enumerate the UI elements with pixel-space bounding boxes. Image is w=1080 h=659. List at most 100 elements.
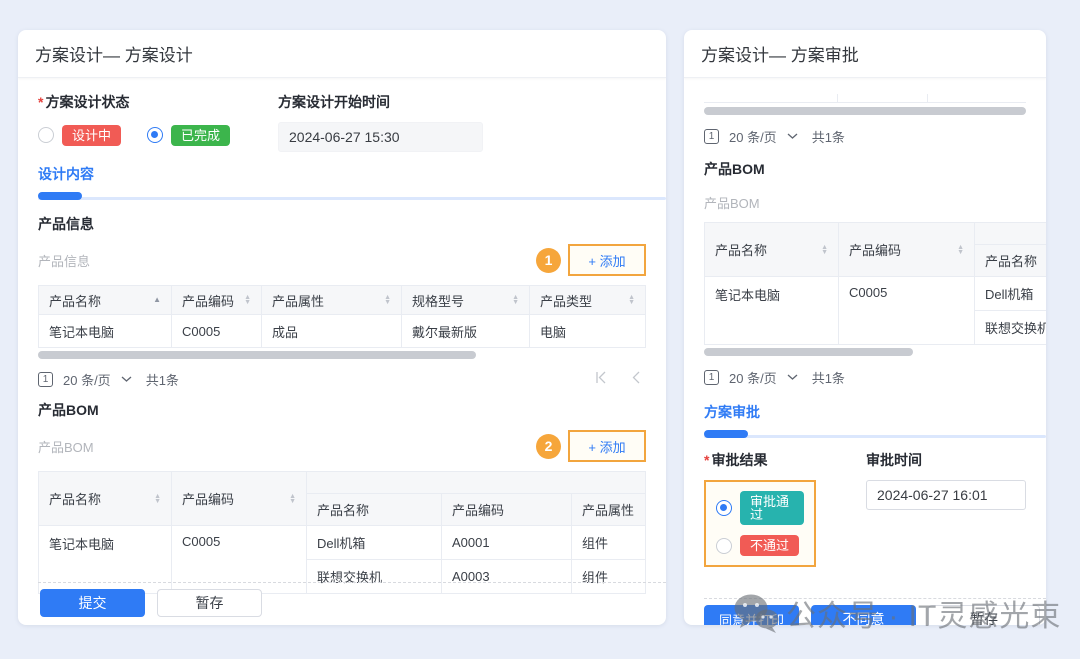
approval-badge-reject: 不通过 bbox=[740, 535, 799, 556]
product-info-row[interactable]: 笔记本电脑 C0005 成品 戴尔最新版 电脑 bbox=[39, 315, 646, 348]
bom-inner-row[interactable]: 联想交换机 A0003 组件 bbox=[307, 560, 645, 594]
chevron-down-icon[interactable] bbox=[787, 133, 798, 140]
page: 方案设计— 方案设计 *方案设计状态 设计中 已完成 bbox=[0, 0, 1080, 659]
sort-icon[interactable]: ▲▼ bbox=[289, 494, 296, 504]
design-start-time-field: 方案设计开始时间 2024-06-27 15:30 bbox=[278, 92, 483, 152]
tab-active-indicator bbox=[704, 430, 748, 438]
horizontal-scrollbar[interactable] bbox=[38, 351, 646, 359]
truncated-table-fragment bbox=[704, 94, 1026, 103]
approval-option-pass[interactable]: 审批通过 bbox=[716, 491, 804, 525]
product-info-header-row: 产品名称▲ 产品编码▲▼ 产品属性▲▼ 规格型号▲▼ 产品类型▲▼ bbox=[39, 286, 646, 315]
tab-active-indicator bbox=[38, 192, 82, 200]
sort-icon[interactable]: ▲▼ bbox=[821, 245, 828, 255]
radio-unchecked-icon[interactable] bbox=[38, 127, 54, 143]
bom-header-code[interactable]: 产品编码▲▼ bbox=[839, 223, 975, 277]
bom-header-name[interactable]: 产品名称▲▼ bbox=[39, 472, 172, 526]
sort-icon[interactable]: ▲▼ bbox=[244, 295, 251, 305]
scrollbar-thumb[interactable] bbox=[704, 107, 1026, 115]
radio-checked-icon[interactable] bbox=[147, 127, 163, 143]
bom-cell-code: C0005 bbox=[172, 526, 307, 594]
bom-inner-row[interactable]: 联想交换机 bbox=[975, 311, 1046, 345]
approval-badge-pass: 审批通过 bbox=[740, 491, 804, 525]
scrollbar-thumb[interactable] bbox=[704, 348, 913, 356]
chevron-down-icon[interactable] bbox=[787, 374, 798, 381]
required-mark: * bbox=[38, 94, 43, 110]
approval-time-input[interactable]: 2024-06-27 16:01 bbox=[866, 480, 1026, 510]
approval-panel-title: 方案设计— 方案审批 bbox=[701, 41, 859, 66]
sort-icon[interactable]: ▲▼ bbox=[512, 295, 519, 305]
tab-approval[interactable]: 方案审批 bbox=[704, 402, 1026, 422]
bom-inner-row[interactable]: Dell机箱 bbox=[975, 277, 1046, 311]
page-size-select[interactable]: 20 条/页 bbox=[729, 127, 777, 146]
approval-footer: 同意并打印 不同意 暂存 bbox=[704, 605, 1040, 625]
page-size-select[interactable]: 20 条/页 bbox=[63, 370, 111, 389]
design-status-options: 设计中 已完成 bbox=[38, 122, 278, 148]
bom-header-code[interactable]: 产品编码▲▼ bbox=[172, 472, 307, 526]
agree-print-button[interactable]: 同意并打印 bbox=[704, 605, 799, 625]
draft-button[interactable]: 暂存 bbox=[928, 605, 1040, 625]
design-panel-body: *方案设计状态 设计中 已完成 方案设计开始时间 bbox=[18, 78, 666, 625]
approval-result-field: *审批结果 审批通过 不通过 bbox=[704, 450, 866, 567]
design-status-label: *方案设计状态 bbox=[38, 92, 278, 112]
approval-panel: 方案设计— 方案审批 1 20 条/页 共1条 产品BOM 产品BOM 产品名称… bbox=[684, 30, 1046, 625]
horizontal-scrollbar[interactable] bbox=[704, 348, 1026, 356]
sort-icon[interactable]: ▲▼ bbox=[384, 295, 391, 305]
product-info-pagination: 1 20 条/页 共1条 bbox=[38, 368, 646, 390]
bom-outer-col-code: 产品编码▲▼ C0005 bbox=[172, 472, 307, 594]
sort-ascending-icon[interactable]: ▲ bbox=[153, 296, 161, 304]
status-option-designing[interactable]: 设计中 bbox=[38, 125, 121, 146]
approval-result-options: 审批通过 不通过 bbox=[704, 480, 816, 567]
bom-inner-table: 产品名称 产品编码 产品属性 Dell机箱 A0001 组件 联想交换机 A00… bbox=[307, 472, 645, 594]
design-content-tab-block: 设计内容 bbox=[38, 164, 646, 200]
column-header-code[interactable]: 产品编码▲▼ bbox=[172, 286, 262, 315]
tab-indicator-track bbox=[704, 430, 1026, 438]
column-header-name[interactable]: 产品名称▲ bbox=[39, 286, 172, 315]
horizontal-scrollbar[interactable] bbox=[704, 107, 1026, 115]
status-option-finished[interactable]: 已完成 bbox=[147, 125, 230, 146]
design-panel-header: 方案设计— 方案设计 bbox=[18, 30, 666, 78]
page-size-select[interactable]: 20 条/页 bbox=[729, 368, 777, 387]
design-panel-title: 方案设计— 方案设计 bbox=[35, 41, 193, 66]
bom-cell-name: 笔记本电脑 bbox=[705, 277, 839, 345]
current-page-icon: 1 bbox=[704, 370, 719, 385]
tab-indicator-line bbox=[704, 435, 1046, 438]
required-mark: * bbox=[704, 452, 709, 468]
inner-cell: Dell机箱 bbox=[307, 526, 442, 560]
first-page-icon[interactable] bbox=[594, 371, 607, 387]
bom-header-name[interactable]: 产品名称▲▼ bbox=[705, 223, 839, 277]
radio-checked-icon[interactable] bbox=[716, 500, 732, 516]
draft-button[interactable]: 暂存 bbox=[157, 589, 262, 617]
scrollbar-thumb[interactable] bbox=[38, 351, 476, 359]
prev-page-icon[interactable] bbox=[631, 371, 640, 387]
design-footer: 提交 暂存 bbox=[40, 589, 262, 617]
sort-icon[interactable]: ▲▼ bbox=[957, 245, 964, 255]
pagination-bottom: 1 20 条/页 共1条 bbox=[704, 366, 1026, 388]
bom-inner-row[interactable]: Dell机箱 A0001 组件 bbox=[307, 526, 645, 560]
column-header-type[interactable]: 产品类型▲▼ bbox=[530, 286, 646, 315]
design-panel: 方案设计— 方案设计 *方案设计状态 设计中 已完成 bbox=[18, 30, 666, 625]
product-info-title: 产品信息 bbox=[38, 214, 646, 234]
column-header-spec[interactable]: 规格型号▲▼ bbox=[402, 286, 530, 315]
approval-panel-header: 方案设计— 方案审批 bbox=[684, 30, 1046, 78]
add-product-button[interactable]: + 添加 bbox=[568, 244, 646, 276]
design-status-field: *方案设计状态 设计中 已完成 bbox=[38, 92, 278, 152]
design-start-time-input[interactable]: 2024-06-27 15:30 bbox=[278, 122, 483, 152]
cell-product-code: C0005 bbox=[172, 315, 262, 348]
tab-design-content[interactable]: 设计内容 bbox=[38, 164, 646, 184]
product-bom-title: 产品BOM bbox=[38, 400, 646, 420]
inner-cell: A0003 bbox=[442, 560, 572, 594]
inner-col-code: 产品编码 bbox=[442, 494, 572, 526]
approval-tab-block: 方案审批 bbox=[704, 402, 1026, 438]
sort-icon[interactable]: ▲▼ bbox=[628, 295, 635, 305]
submit-button[interactable]: 提交 bbox=[40, 589, 145, 617]
product-bom-sublabel: 产品BOM bbox=[38, 437, 536, 456]
bom-outer-col-code: 产品编码▲▼ C0005 bbox=[839, 223, 975, 345]
sort-icon[interactable]: ▲▼ bbox=[154, 494, 161, 504]
column-header-attr[interactable]: 产品属性▲▼ bbox=[262, 286, 402, 315]
approval-option-reject[interactable]: 不通过 bbox=[716, 535, 804, 556]
radio-unchecked-icon[interactable] bbox=[716, 538, 732, 554]
disagree-button[interactable]: 不同意 bbox=[811, 605, 916, 625]
add-bom-button[interactable]: + 添加 bbox=[568, 430, 646, 462]
current-page-icon: 1 bbox=[38, 372, 53, 387]
chevron-down-icon[interactable] bbox=[121, 376, 132, 383]
